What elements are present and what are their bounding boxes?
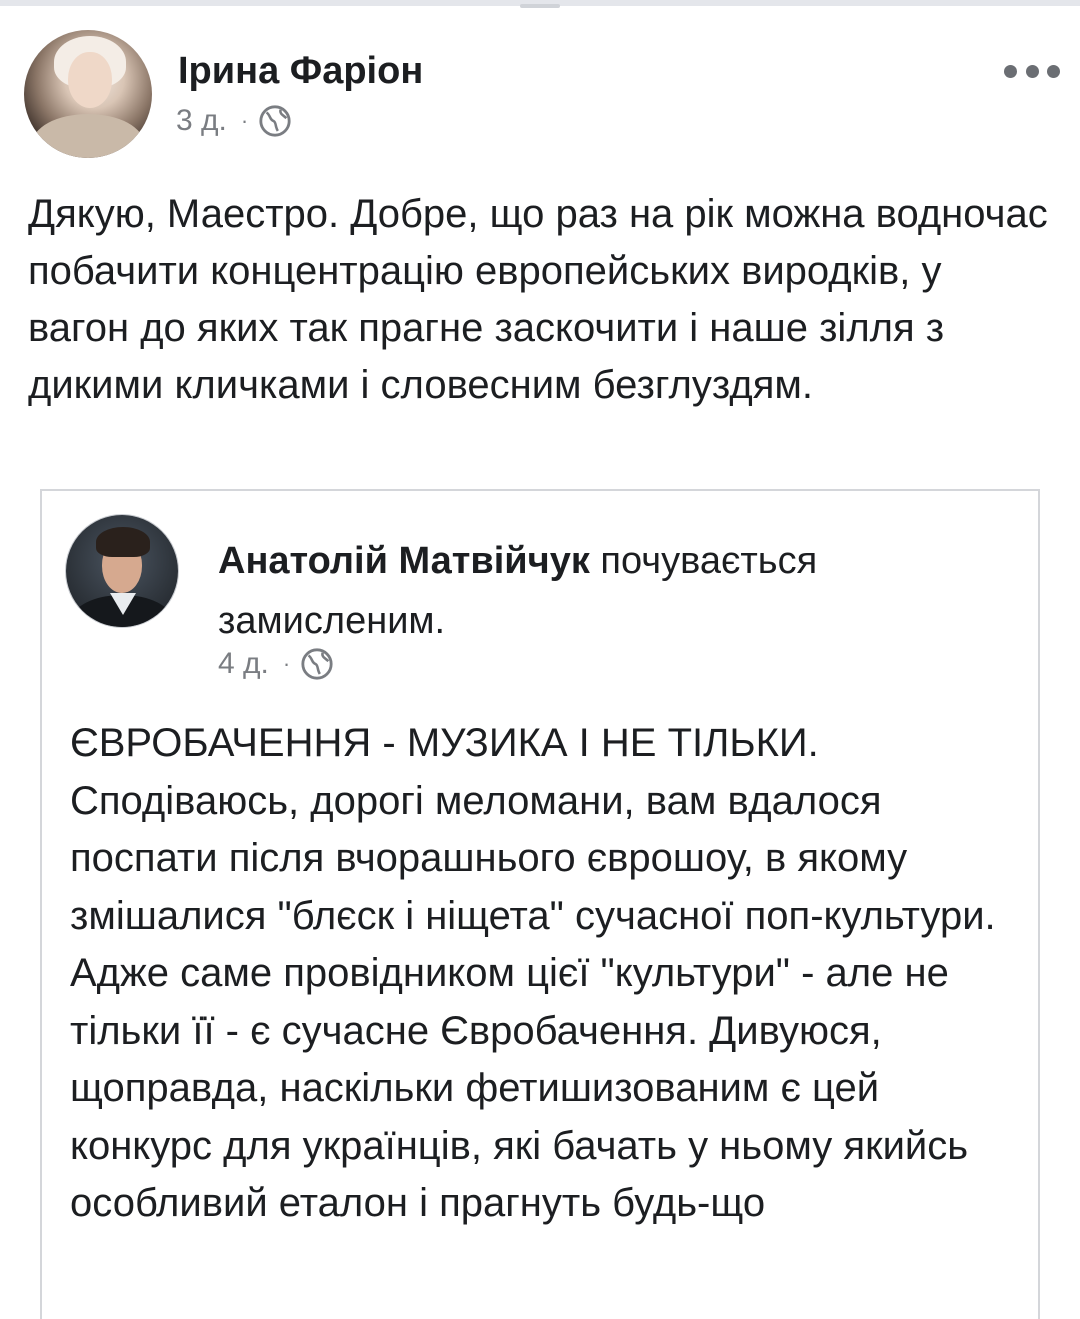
- meta-separator: ·: [282, 651, 291, 676]
- shared-post-body: Сподіваюсь, дорогі меломани, вам вдалося…: [70, 778, 996, 1226]
- shared-author-avatar[interactable]: [66, 515, 178, 627]
- drag-handle: [520, 4, 560, 8]
- avatar-face: [68, 52, 112, 108]
- globe-icon[interactable]: [300, 647, 334, 681]
- shared-post-header: Анатолій Матвійчук почувається замислени…: [218, 531, 978, 651]
- shared-post-meta: 4 д. ·: [218, 647, 334, 681]
- shared-post-text: ЄВРОБАЧЕННЯ - МУЗИКА І НЕ ТІЛЬКИ. Сподів…: [70, 715, 1020, 1233]
- post-meta: 3 д. ·: [176, 104, 292, 138]
- avatar-hair: [96, 527, 150, 557]
- shared-post-heading: ЄВРОБАЧЕННЯ - МУЗИКА І НЕ ТІЛЬКИ.: [70, 721, 819, 765]
- globe-icon[interactable]: [258, 104, 292, 138]
- author-avatar[interactable]: [24, 30, 152, 158]
- shared-post-time[interactable]: 4 д.: [218, 647, 269, 681]
- post-text: Дякую, Маестро. Добре, що раз на рік мож…: [28, 192, 1048, 407]
- meta-separator: ·: [240, 108, 249, 133]
- post-time[interactable]: 3 д.: [176, 104, 227, 138]
- more-options-icon[interactable]: [1004, 56, 1060, 86]
- shared-post-card[interactable]: Анатолій Матвійчук почувається замислени…: [40, 489, 1040, 1319]
- shared-author-name[interactable]: Анатолій Матвійчук: [218, 540, 590, 582]
- avatar-body: [32, 114, 144, 158]
- author-name[interactable]: Ірина Фаріон: [178, 50, 423, 93]
